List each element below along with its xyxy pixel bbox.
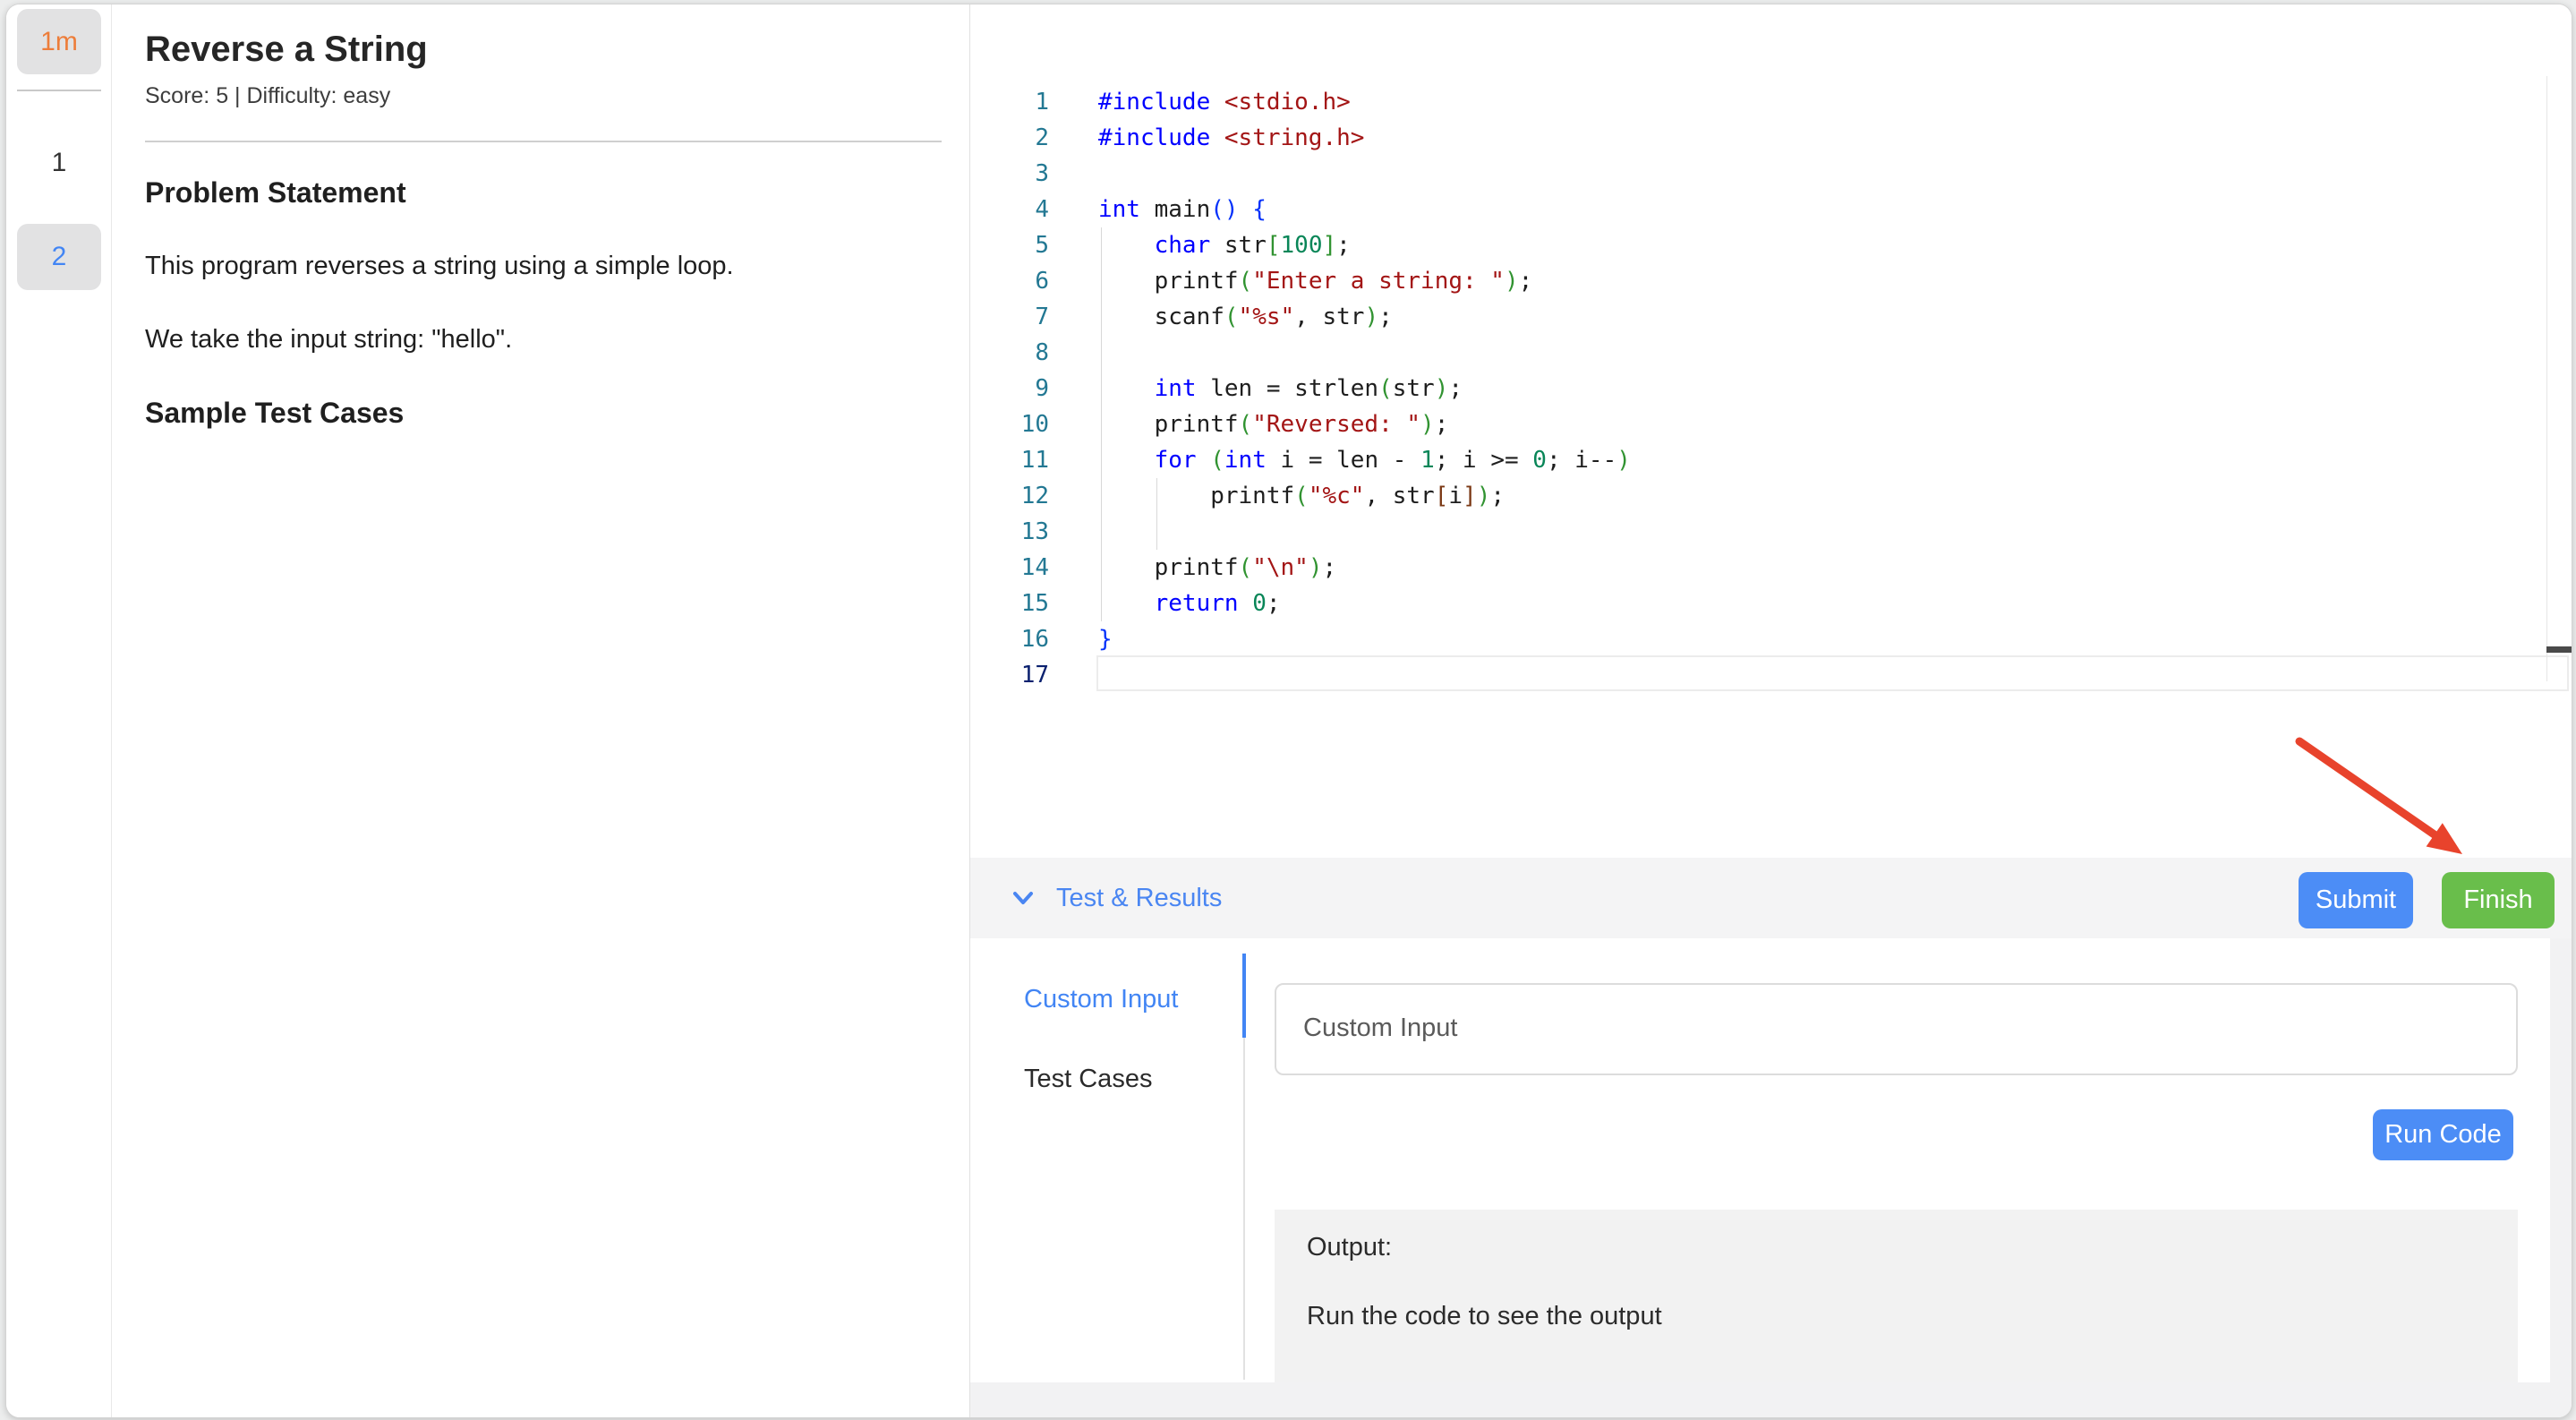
tab-test-cases[interactable]: Test Cases xyxy=(1024,1065,1152,1094)
active-tab-indicator xyxy=(1242,954,1246,1038)
problem-paragraph-1: This program reverses a string using a s… xyxy=(145,252,734,281)
test-results-toggle[interactable]: Test & Results xyxy=(1010,858,1222,938)
timer-value: 1m xyxy=(40,27,78,57)
question-nav-1[interactable]: 1 xyxy=(17,130,101,196)
run-code-button[interactable]: Run Code xyxy=(2373,1109,2513,1160)
output-box: Output: Run the code to see the output xyxy=(1275,1210,2518,1382)
divider xyxy=(145,141,942,142)
sample-test-cases-heading: Sample Test Cases xyxy=(145,397,404,430)
problem-meta: Score: 5 | Difficulty: easy xyxy=(145,83,390,109)
test-results-label: Test & Results xyxy=(1056,884,1222,913)
tab-divider xyxy=(1243,1038,1245,1380)
submit-button[interactable]: Submit xyxy=(2299,872,2413,928)
test-panel-background: Custom Input Test Cases Run Code Output:… xyxy=(970,938,2572,1417)
question-1-label: 1 xyxy=(52,148,67,178)
output-title: Output: xyxy=(1307,1233,1392,1262)
output-message: Run the code to see the output xyxy=(1307,1302,1662,1331)
rail-divider xyxy=(17,90,101,91)
chevron-down-icon xyxy=(1010,885,1036,911)
page-title: Reverse a String xyxy=(145,30,428,70)
test-panel: Custom Input Test Cases Run Code Output:… xyxy=(970,938,2550,1382)
question-rail: 1m 1 2 xyxy=(6,4,112,1417)
code-editor[interactable]: 1#include <stdio.h>2#include <string.h>3… xyxy=(970,4,2572,858)
problem-paragraph-2: We take the input string: "hello". xyxy=(145,325,512,355)
tab-custom-input[interactable]: Custom Input xyxy=(1024,985,1178,1014)
custom-input-field[interactable] xyxy=(1275,983,2518,1075)
finish-button[interactable]: Finish xyxy=(2442,872,2555,928)
question-2-label: 2 xyxy=(52,242,67,272)
question-nav-2[interactable]: 2 xyxy=(17,224,101,290)
app-window: 1m 1 2 Reverse a String Score: 5 | Diffi… xyxy=(5,4,2572,1418)
problem-statement-heading: Problem Statement xyxy=(145,176,406,210)
problem-panel: Reverse a String Score: 5 | Difficulty: … xyxy=(112,4,970,1417)
test-results-bar: Test & Results Submit Finish xyxy=(970,858,2572,938)
timer-badge: 1m xyxy=(17,9,101,74)
